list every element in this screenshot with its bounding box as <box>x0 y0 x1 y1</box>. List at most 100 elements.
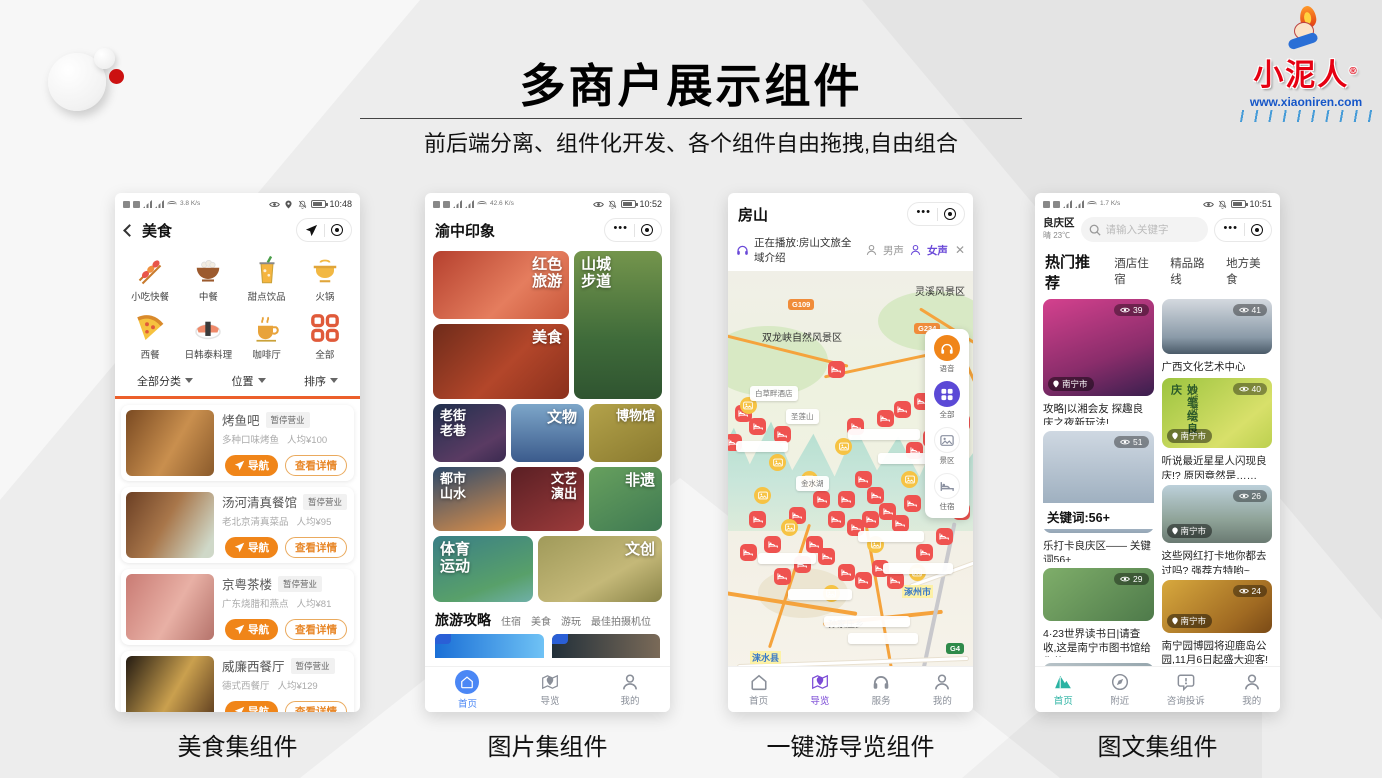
tile-red-tourism[interactable]: 红色 旅游 <box>433 251 569 319</box>
stay-marker[interactable] <box>894 401 911 418</box>
stay-marker[interactable] <box>862 511 879 528</box>
feed-caption[interactable]: 4·23世界读书日|请查收,这是南宁市图书馆给你的… <box>1043 627 1154 657</box>
stay-marker[interactable] <box>740 544 757 561</box>
target-icon[interactable] <box>331 224 343 236</box>
tile-food[interactable]: 美食 <box>433 324 569 399</box>
tile-trail[interactable]: 山城 步道 <box>574 251 662 399</box>
category-all[interactable]: 全部 <box>296 313 354 361</box>
search-bar[interactable] <box>1081 217 1209 242</box>
stay-marker[interactable] <box>867 487 884 504</box>
stay-marker[interactable] <box>877 410 894 427</box>
stay-marker[interactable] <box>828 361 845 378</box>
navigate-button[interactable]: 导航 <box>225 701 278 712</box>
feed-card-image[interactable]: 41 <box>1162 299 1273 354</box>
tab-service[interactable]: 服务 <box>872 673 891 707</box>
tile-old-street[interactable]: 老街 老巷 <box>433 404 506 462</box>
voice-button[interactable]: 语音 <box>934 335 960 374</box>
navigate-button[interactable]: 导航 <box>225 537 278 558</box>
map-chip[interactable] <box>848 633 918 644</box>
stay-marker[interactable] <box>887 572 904 589</box>
miniprogram-capsule[interactable] <box>296 218 352 242</box>
tab-mine[interactable]: 我的 <box>620 673 639 707</box>
search-input[interactable] <box>1106 224 1176 236</box>
map-chip[interactable] <box>758 553 816 564</box>
map-chip[interactable]: 金水湖 <box>796 476 829 491</box>
feed-card-image[interactable]: 51 关键词:56+ 南宁市 <box>1043 431 1154 533</box>
tab-mine[interactable]: 我的 <box>1242 673 1261 707</box>
stay-marker[interactable] <box>764 536 781 553</box>
male-voice-label[interactable]: 男声 <box>883 243 904 258</box>
miniprogram-capsule[interactable]: ••• <box>1214 218 1272 242</box>
restaurant-card[interactable]: 烤鱼吧暂停营业 多种口味烤鱼人均¥100 导航 查看详情 <box>121 405 354 481</box>
close-icon[interactable]: ✕ <box>955 243 965 257</box>
strategy-tab-food[interactable]: 美食 <box>531 613 551 628</box>
feed-caption[interactable]: 这些网红打卡地你都去过吗? 强荐方特哟~ <box>1162 549 1273 574</box>
filter-category[interactable]: 全部分类 <box>137 373 193 389</box>
filter-sort[interactable]: 排序 <box>304 373 338 389</box>
target-icon[interactable] <box>641 224 653 236</box>
miniprogram-capsule[interactable]: ••• <box>604 218 662 242</box>
tab-local-food[interactable]: 地方美食 <box>1226 255 1270 287</box>
strategy-tab-camera[interactable]: 最佳拍摄机位 <box>591 613 651 628</box>
filter-location[interactable]: 位置 <box>232 373 266 389</box>
category-dessert[interactable]: 甜点饮品 <box>238 255 296 303</box>
stay-marker[interactable] <box>855 471 872 488</box>
tab-hot[interactable]: 热门推荐 <box>1045 251 1102 293</box>
stay-marker[interactable] <box>916 544 933 561</box>
strategy-tab-play[interactable]: 游玩 <box>561 613 581 628</box>
map-chip[interactable] <box>788 589 852 600</box>
tab-guide[interactable]: 导览 <box>540 673 559 707</box>
tab-home[interactable]: 首页 <box>1054 673 1073 707</box>
stay-marker[interactable] <box>904 495 921 512</box>
strategy-tab-stay[interactable]: 住宿 <box>501 613 521 628</box>
back-icon[interactable] <box>123 224 136 237</box>
stay-marker[interactable] <box>828 511 845 528</box>
miniprogram-capsule[interactable]: ••• <box>907 202 965 226</box>
view-details-button[interactable]: 查看详情 <box>285 537 347 558</box>
category-snack[interactable]: 小吃快餐 <box>121 255 179 303</box>
view-details-button[interactable]: 查看详情 <box>285 455 347 476</box>
feed-card-image[interactable]: 24 南宁市 <box>1162 580 1273 633</box>
navigate-button[interactable]: 导航 <box>225 455 278 476</box>
view-details-button[interactable]: 查看详情 <box>285 619 347 640</box>
stay-marker[interactable] <box>855 572 872 589</box>
map-chip[interactable] <box>858 531 924 542</box>
tab-feedback[interactable]: 咨询投诉 <box>1167 673 1205 707</box>
target-icon[interactable] <box>944 208 956 220</box>
stay-marker[interactable] <box>749 418 766 435</box>
stay-marker[interactable] <box>892 515 909 532</box>
feed-card-image[interactable]: 26 南宁市 <box>1162 485 1273 543</box>
scenic-marker[interactable] <box>835 438 852 455</box>
tour-map[interactable]: G109 G234 G4 灵溪风景区 双龙峡自然风景区 孙家庄乡 涿州市 涞水县… <box>728 271 973 678</box>
tile-cityscape[interactable]: 都市 山水 <box>433 467 506 531</box>
feed-caption[interactable]: 听说最近星星人闪现良庆!? 原因竟然是…… <box>1162 454 1273 479</box>
stay-marker[interactable] <box>813 491 830 508</box>
stay-marker[interactable] <box>774 568 791 585</box>
stay-marker[interactable] <box>936 528 953 545</box>
tab-home[interactable]: 首页 <box>749 673 768 707</box>
restaurant-card[interactable]: 汤河清真餐馆暂停营业 老北京清真菜品人均¥95 导航 查看详情 <box>121 487 354 563</box>
stay-button[interactable]: 住宿 <box>934 473 960 512</box>
feed-card-image[interactable]: 29 <box>1043 568 1154 621</box>
view-details-button[interactable]: 查看详情 <box>285 701 347 712</box>
tab-nearby[interactable]: 附近 <box>1110 673 1129 707</box>
tab-guide[interactable]: 导览 <box>810 673 829 707</box>
scenic-marker[interactable] <box>901 471 918 488</box>
tile-sports[interactable]: 体育 运动 <box>433 536 533 602</box>
tab-hotel[interactable]: 酒店住宿 <box>1114 255 1158 287</box>
map-chip[interactable] <box>736 441 788 452</box>
tile-heritage[interactable]: 非遗 <box>589 467 662 531</box>
map-chip[interactable]: 白草畔酒店 <box>750 386 798 401</box>
feed-caption[interactable]: 广西文化艺术中心 <box>1162 360 1273 372</box>
location-weather[interactable]: 良庆区晴 23℃ <box>1043 218 1075 242</box>
map-chip[interactable] <box>883 563 953 574</box>
all-button[interactable]: 全部 <box>934 381 960 420</box>
feed-caption[interactable]: 攻略|以湘会友 探趣良庆之夜新玩法! <box>1043 402 1154 425</box>
category-western[interactable]: 西餐 <box>121 313 179 361</box>
feed-caption[interactable]: 南宁园博园将迎鹿岛公园,11月6日起盛大迎客! <box>1162 639 1273 664</box>
female-voice-label[interactable]: 女声 <box>927 243 948 258</box>
scenic-marker[interactable] <box>781 519 798 536</box>
restaurant-card[interactable]: 京粤茶楼暂停营业 广东烧腊和燕点人均¥81 导航 查看详情 <box>121 569 354 645</box>
strategy-card[interactable] <box>435 634 544 658</box>
feed-caption[interactable]: 乐打卡良庆区—— 关键词56+ <box>1043 539 1154 562</box>
